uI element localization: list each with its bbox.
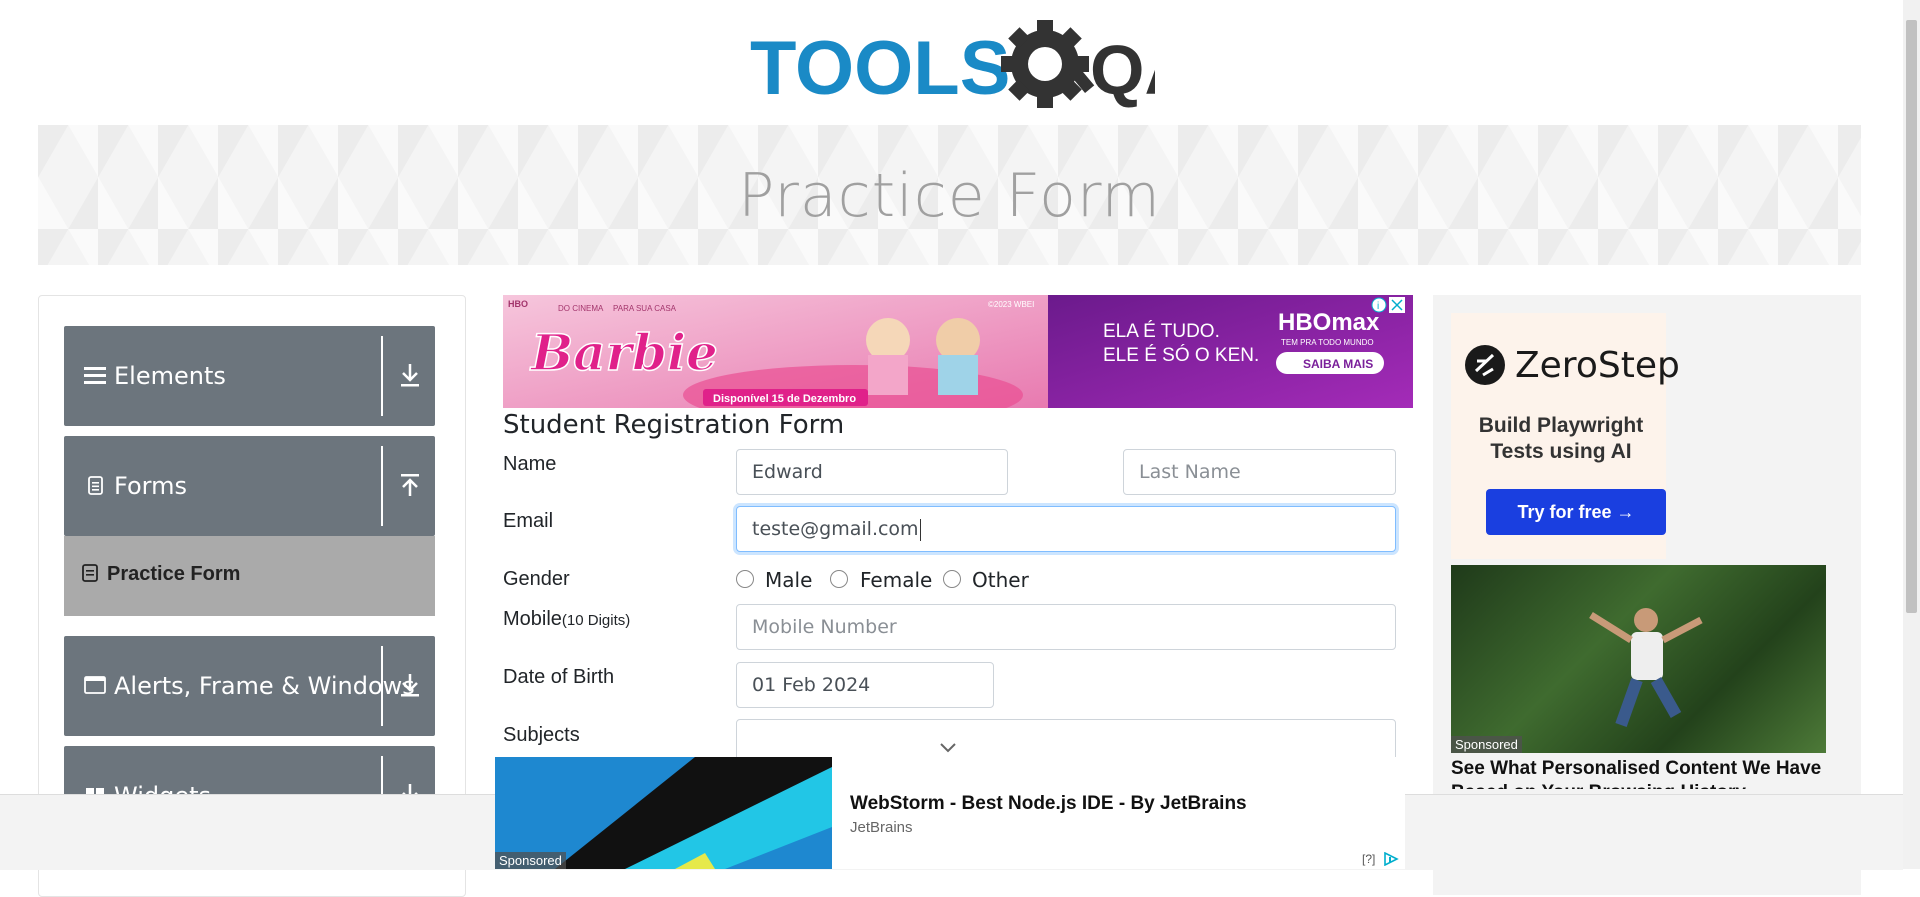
ad-close-icon[interactable] [1389,297,1405,313]
name-label: Name [503,453,557,475]
gender-female-label[interactable]: Female [860,568,932,592]
first-name-input[interactable]: Edward [736,449,1008,495]
gender-female-radio[interactable] [830,570,848,588]
mobile-label: Mobile(10 Digits) [503,608,630,631]
dob-input[interactable]: 01 Feb 2024 [736,662,994,708]
ad-cta-button[interactable]: SAIBA MAIS [1303,357,1373,371]
gender-other-radio[interactable] [943,570,961,588]
ad-tagline-1: DO CINEMA [558,304,604,313]
sidebar-group-label: Alerts, Frame & Windows [114,672,415,700]
ad-hbomax-sub: TEM PRA TODO MUNDO [1281,338,1374,347]
mobile-label-text: Mobile [503,608,562,630]
download-icon[interactable] [398,670,422,700]
zerostep-logo-icon [1465,345,1505,385]
bottom-ad-title[interactable]: WebStorm - Best Node.js IDE - By JetBrai… [850,793,1247,815]
form-icon [82,564,98,587]
zerostep-brand: ZeroStep [1515,345,1680,386]
divider [381,336,383,416]
person-jumping-image [1589,608,1703,728]
ad-info-icon[interactable]: i [1371,297,1387,313]
ad-text-1: ELA É TUDO. [1103,321,1220,342]
divider [381,646,383,726]
logo-text-qa: QA [1090,31,1155,109]
sidebar-group-label: Elements [114,362,226,390]
ad-hbo-badge: HBO [508,299,528,309]
hamburger-icon [84,364,106,386]
sidebar-item-label: Practice Form [107,563,241,585]
webstorm-ad-image[interactable]: Sponsored [495,757,832,869]
sidebar-item-practice-form[interactable]: Practice Form [64,536,435,616]
email-label: Email [503,510,554,532]
sponsored-photo[interactable]: Sponsored [1451,565,1826,753]
email-input[interactable]: teste@gmail.com [736,506,1396,552]
ad-tagline-2: PARA SUA CASA [613,304,677,313]
adchoices-icon[interactable] [1383,851,1399,871]
dob-label: Date of Birth [503,666,615,688]
logo-text-tools: TOOLS [750,26,1010,111]
sidebar-group-label: Forms [114,472,187,500]
gender-male-radio[interactable] [736,570,754,588]
zerostep-headline: Build Playwright Tests using AI [1478,414,1644,463]
window-icon [84,674,106,696]
sponsored-badge: Sponsored [495,852,566,869]
ad-text-2: ELE É SÓ O KEN. [1103,344,1259,366]
divider [381,446,383,526]
page-banner: Practice Form [38,125,1861,265]
upload-icon[interactable] [398,470,422,500]
zerostep-ad[interactable]: ZeroStep Build Playwright Tests using AI… [1451,313,1680,559]
email-input-value: teste@gmail.com [752,518,919,540]
gender-other-label[interactable]: Other [972,568,1029,592]
form-title: Student Registration Form [503,410,845,440]
last-name-input[interactable]: Last Name [1123,449,1396,495]
sponsored-badge: Sponsored [1451,736,1522,753]
document-icon [84,474,106,496]
page-title: Practice Form [738,161,1161,231]
bottom-ad-advertiser[interactable]: JetBrains [850,819,913,836]
svg-text:i: i [1377,301,1379,312]
bottom-advertisement[interactable]: Sponsored WebStorm - Best Node.js IDE - … [495,757,1405,869]
sponsored-caption[interactable]: See What Personalised Content We Have Ba… [1451,757,1831,789]
sidebar-group-forms[interactable]: Forms [64,436,435,536]
ad-hbomax-logo: HBOmax [1278,309,1380,336]
gender-label: Gender [503,568,570,590]
gender-male-label[interactable]: Male [765,568,812,592]
sidebar-group-elements[interactable]: Elements [64,326,435,426]
top-advertisement[interactable]: HBO DO CINEMA PARA SUA CASA ©2023 WBEI B… [503,295,1413,408]
scrollbar-thumb[interactable] [1906,20,1917,613]
sidebar-group-alerts[interactable]: Alerts, Frame & Windows [64,636,435,736]
mobile-hint: (10 Digits) [561,612,631,629]
mobile-input[interactable]: Mobile Number [736,604,1396,650]
ad-barbie-logo: Barbie [529,323,718,382]
try-for-free-button[interactable]: Try for free → [1486,489,1666,535]
subjects-label: Subjects [503,724,580,746]
ad-copyright: ©2023 WBEI [988,300,1034,309]
toolsqa-logo[interactable]: TOOLS QA [750,18,1195,114]
download-icon[interactable] [398,360,422,390]
ad-available-date: Disponível 15 de Dezembro [713,393,856,405]
ad-info-link[interactable]: [?] [1362,852,1375,866]
